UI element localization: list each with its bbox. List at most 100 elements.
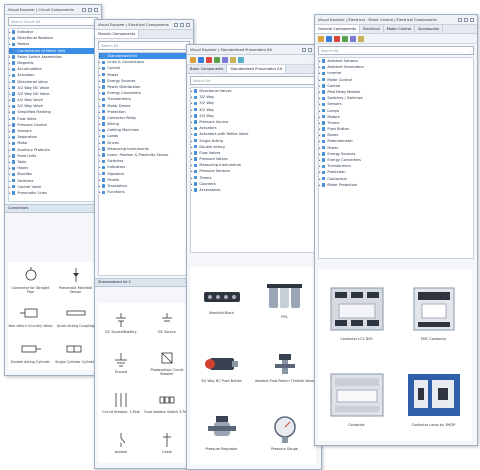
copy-icon[interactable]	[222, 56, 228, 63]
window-titlebar[interactable]: Visual Explorer | Electrical - Motor Con…	[315, 15, 477, 25]
open-icon[interactable]	[190, 56, 196, 63]
folder-icon	[322, 115, 326, 119]
symbol-item[interactable]: Quick-Acting Coupling	[53, 298, 98, 334]
folder-icon	[102, 54, 106, 58]
tab-general-components[interactable]: General Components	[315, 25, 361, 33]
component-tree[interactable]: ▸ Ambient Sensors ▸ Ambient Generators ▸ Inve…	[318, 57, 474, 259]
search-icon[interactable]: ⌕	[469, 49, 471, 53]
symbol-item[interactable]: Cable	[144, 423, 190, 463]
tree-item[interactable]: ▸ Accessories	[191, 187, 317, 193]
search-placeholder: Search Circuit Kit	[11, 19, 41, 24]
symbol-item[interactable]: Circuit Breaker, 3 Pole	[98, 383, 144, 423]
folder-icon	[102, 85, 106, 89]
component-tree[interactable]: ▸ Directional Valves ▸ 3/2 Way ▸ 5/2 Way ▸ 4/2 …	[190, 87, 318, 253]
symbol-caption: Ground	[114, 369, 128, 374]
symbol-item[interactable]: Pressure Regulator	[190, 399, 253, 465]
window-titlebar[interactable]: Visual Explorer | Standardized Pneumatic…	[187, 45, 321, 55]
search-input[interactable]: Search Kit ⌕	[318, 46, 474, 55]
tab-motor-control[interactable]: Motor Control	[384, 25, 416, 33]
folder-icon	[322, 84, 326, 88]
properties-icon[interactable]	[238, 56, 244, 63]
folder-icon	[12, 92, 16, 96]
component-symbol-icon	[157, 432, 177, 448]
save-icon[interactable]	[326, 35, 332, 42]
tab-electrical[interactable]: Electrical	[360, 25, 384, 33]
save-icon[interactable]	[198, 56, 204, 63]
panel-header: Standardized kit 2	[95, 278, 193, 287]
folder-icon	[322, 77, 326, 82]
symbol-item[interactable]: Pressure Gauge	[253, 399, 316, 465]
folder-icon	[194, 132, 198, 137]
copy-icon[interactable]	[350, 35, 356, 42]
cut-icon[interactable]	[214, 56, 220, 63]
delete-icon[interactable]	[334, 35, 340, 42]
symbol-item[interactable]: Fuse Isolator Switch 3 Pole	[144, 383, 190, 423]
window-titlebar[interactable]: Visual Explorer | Circuit Components	[5, 5, 101, 15]
window-controls[interactable]	[82, 7, 98, 12]
symbol-item[interactable]: Variable Flow Return Throttle Valve	[253, 333, 316, 399]
symbol-grid[interactable]: Connector for Straight Pipe Pneumatic Man…	[8, 262, 98, 370]
folder-icon	[194, 101, 198, 106]
search-input[interactable]: Search Kit⌕	[190, 76, 318, 85]
search-placeholder: Search Kit	[321, 48, 339, 53]
symbol-item[interactable]: Contactor Lamp by 1M/3P	[395, 355, 472, 441]
paste-icon[interactable]	[358, 35, 364, 42]
component-tree[interactable]: ▸ Indicator ▸ Directional Rotation ▸ Relays ▸ C…	[8, 28, 98, 202]
symbol-item[interactable]: Pneumatic Manifold Sensor	[53, 262, 98, 298]
folder-icon	[12, 79, 16, 84]
symbol-caption: DC Source	[158, 329, 176, 334]
tab-accessories[interactable]: Accessories	[415, 25, 444, 33]
tab-pneumatics-kit[interactable]: Standardized Pneumatics Kit	[227, 65, 287, 73]
symbol-caption: Contactor Lamp by 1M/3P	[411, 422, 456, 427]
tree-item[interactable]: ▸ Motor Protection	[319, 182, 473, 188]
folder-icon	[12, 42, 16, 47]
folder-icon	[12, 30, 16, 34]
tab-basic-components[interactable]: Basic Components	[187, 65, 228, 73]
folder-icon	[12, 166, 16, 170]
symbol-grid[interactable]: Contactor LC1 D09 EMC Contactor Contactor C…	[318, 269, 472, 441]
symbol-item[interactable]: DC Source	[144, 303, 190, 343]
search-input[interactable]: Search Circuit Kit⌕	[8, 17, 98, 26]
folder-icon	[12, 141, 16, 146]
cut-icon[interactable]	[342, 35, 348, 42]
delete-icon[interactable]	[206, 56, 212, 63]
symbol-item[interactable]: Connector for Straight Pipe	[8, 262, 53, 298]
symbol-item[interactable]: EMC Contactor	[395, 269, 472, 355]
folder-icon	[12, 172, 16, 177]
symbol-caption: EMC Contactor	[420, 336, 447, 341]
window-controls[interactable]	[174, 22, 190, 27]
symbol-item[interactable]: Manifold Block	[190, 267, 253, 333]
symbol-item[interactable]: Single Cylinder Cylinder	[53, 334, 98, 370]
paste-icon[interactable]	[230, 56, 236, 63]
symbol-item[interactable]: Contactor	[318, 355, 395, 441]
component-symbol-icon	[265, 414, 305, 445]
symbol-item[interactable]: Double Acting Cylinder	[8, 334, 53, 370]
tree-item[interactable]: ▸ Pneumatic Lines	[9, 190, 97, 196]
symbol-item[interactable]: 3/2 Way NC Push Button	[190, 333, 253, 399]
window-titlebar[interactable]: Visual Explorer | Electrical Components	[95, 20, 193, 30]
folder-icon	[322, 152, 326, 156]
folder-icon	[102, 128, 106, 133]
folder-icon	[12, 117, 16, 121]
search-input[interactable]: Search Kit⌕	[98, 41, 190, 50]
folder-icon	[322, 170, 326, 175]
folder-icon	[12, 123, 16, 127]
symbol-grid[interactable]: DC Source/Battery DC Source Ground Photovol…	[98, 303, 190, 463]
symbol-caption: Pressure Gauge	[271, 446, 298, 451]
symbol-item[interactable]: FRL	[253, 267, 316, 333]
window-controls[interactable]	[458, 17, 474, 22]
symbol-item[interactable]: Photovoltaic Circuit Breaker	[144, 343, 190, 383]
folder-icon	[194, 107, 198, 112]
symbol-item[interactable]: Non-return Circuitry Valve	[8, 298, 53, 334]
symbol-item[interactable]: Ground	[98, 343, 144, 383]
tree-item[interactable]: ▸ Functions	[99, 189, 189, 195]
folder-icon	[12, 67, 16, 71]
component-symbol-icon	[20, 341, 42, 358]
tab-electric-components[interactable]: Electric Components	[95, 30, 140, 38]
open-icon[interactable]	[318, 35, 324, 42]
symbol-item[interactable]: Contactor LC1 D09	[318, 269, 395, 355]
component-tree[interactable]: ▸ Standardized Kit ▸ Lines & Connections ▸ Co…	[98, 52, 190, 276]
symbol-item[interactable]: DC Source/Battery	[98, 303, 144, 343]
symbol-item[interactable]: Isolator	[98, 423, 144, 463]
symbol-grid[interactable]: Manifold Block FRL 3/2 Way NC Push Button V…	[190, 267, 316, 465]
